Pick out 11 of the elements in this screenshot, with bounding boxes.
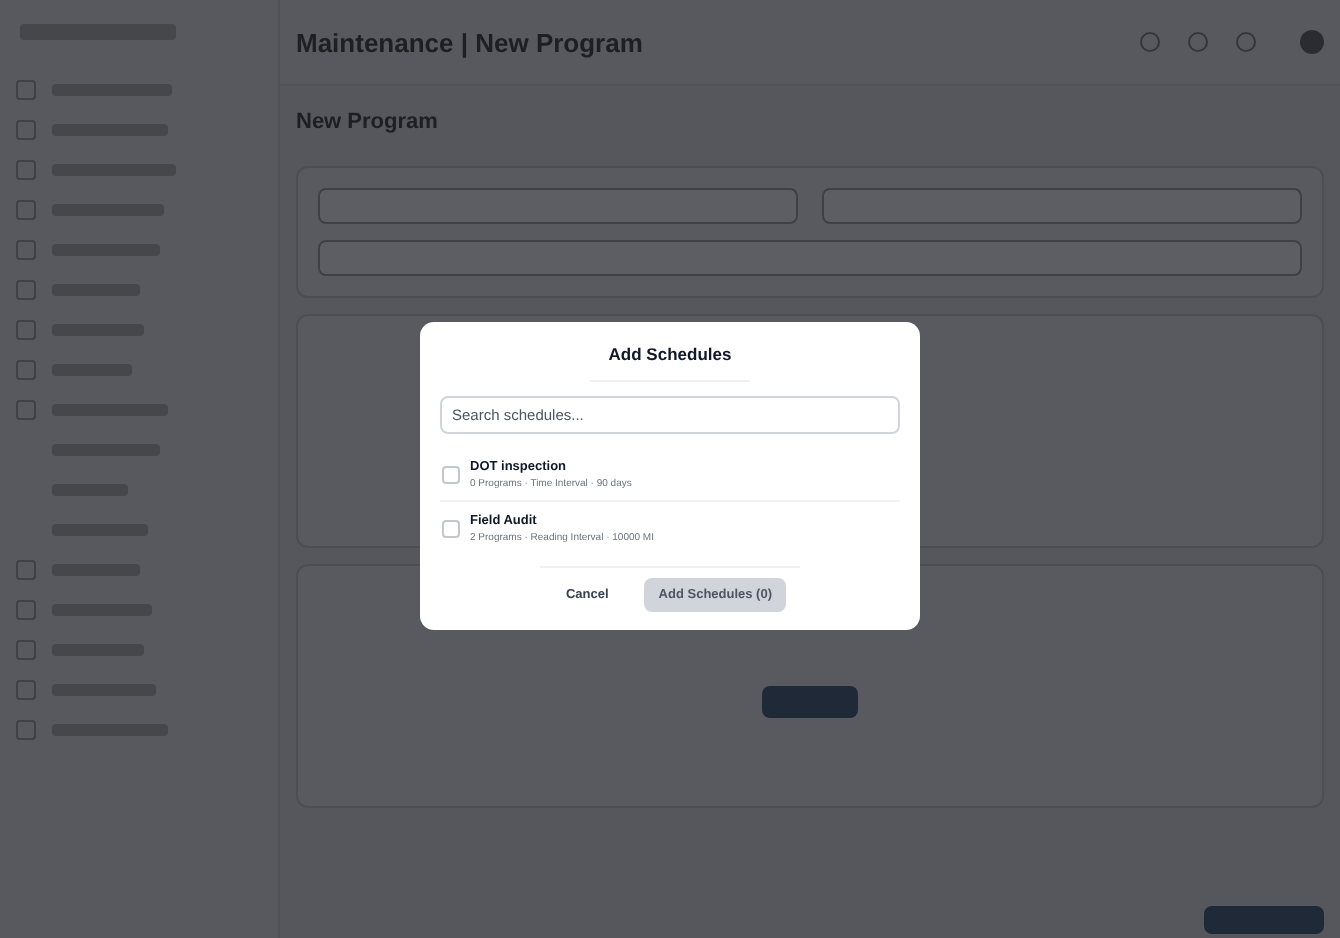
add-button[interactable]: [762, 686, 858, 718]
input-field[interactable]: [318, 240, 1302, 276]
avatar-icon[interactable]: [1300, 30, 1324, 54]
input-field[interactable]: [822, 188, 1302, 224]
checkbox[interactable]: [442, 466, 460, 484]
input-field[interactable]: [318, 188, 798, 224]
page-title: New Program: [296, 110, 440, 134]
dialog-title: Add Schedules: [608, 344, 732, 364]
header-title: Maintenance | New Program: [296, 27, 645, 57]
checkbox[interactable]: [442, 520, 460, 538]
save-button[interactable]: [1204, 906, 1324, 934]
